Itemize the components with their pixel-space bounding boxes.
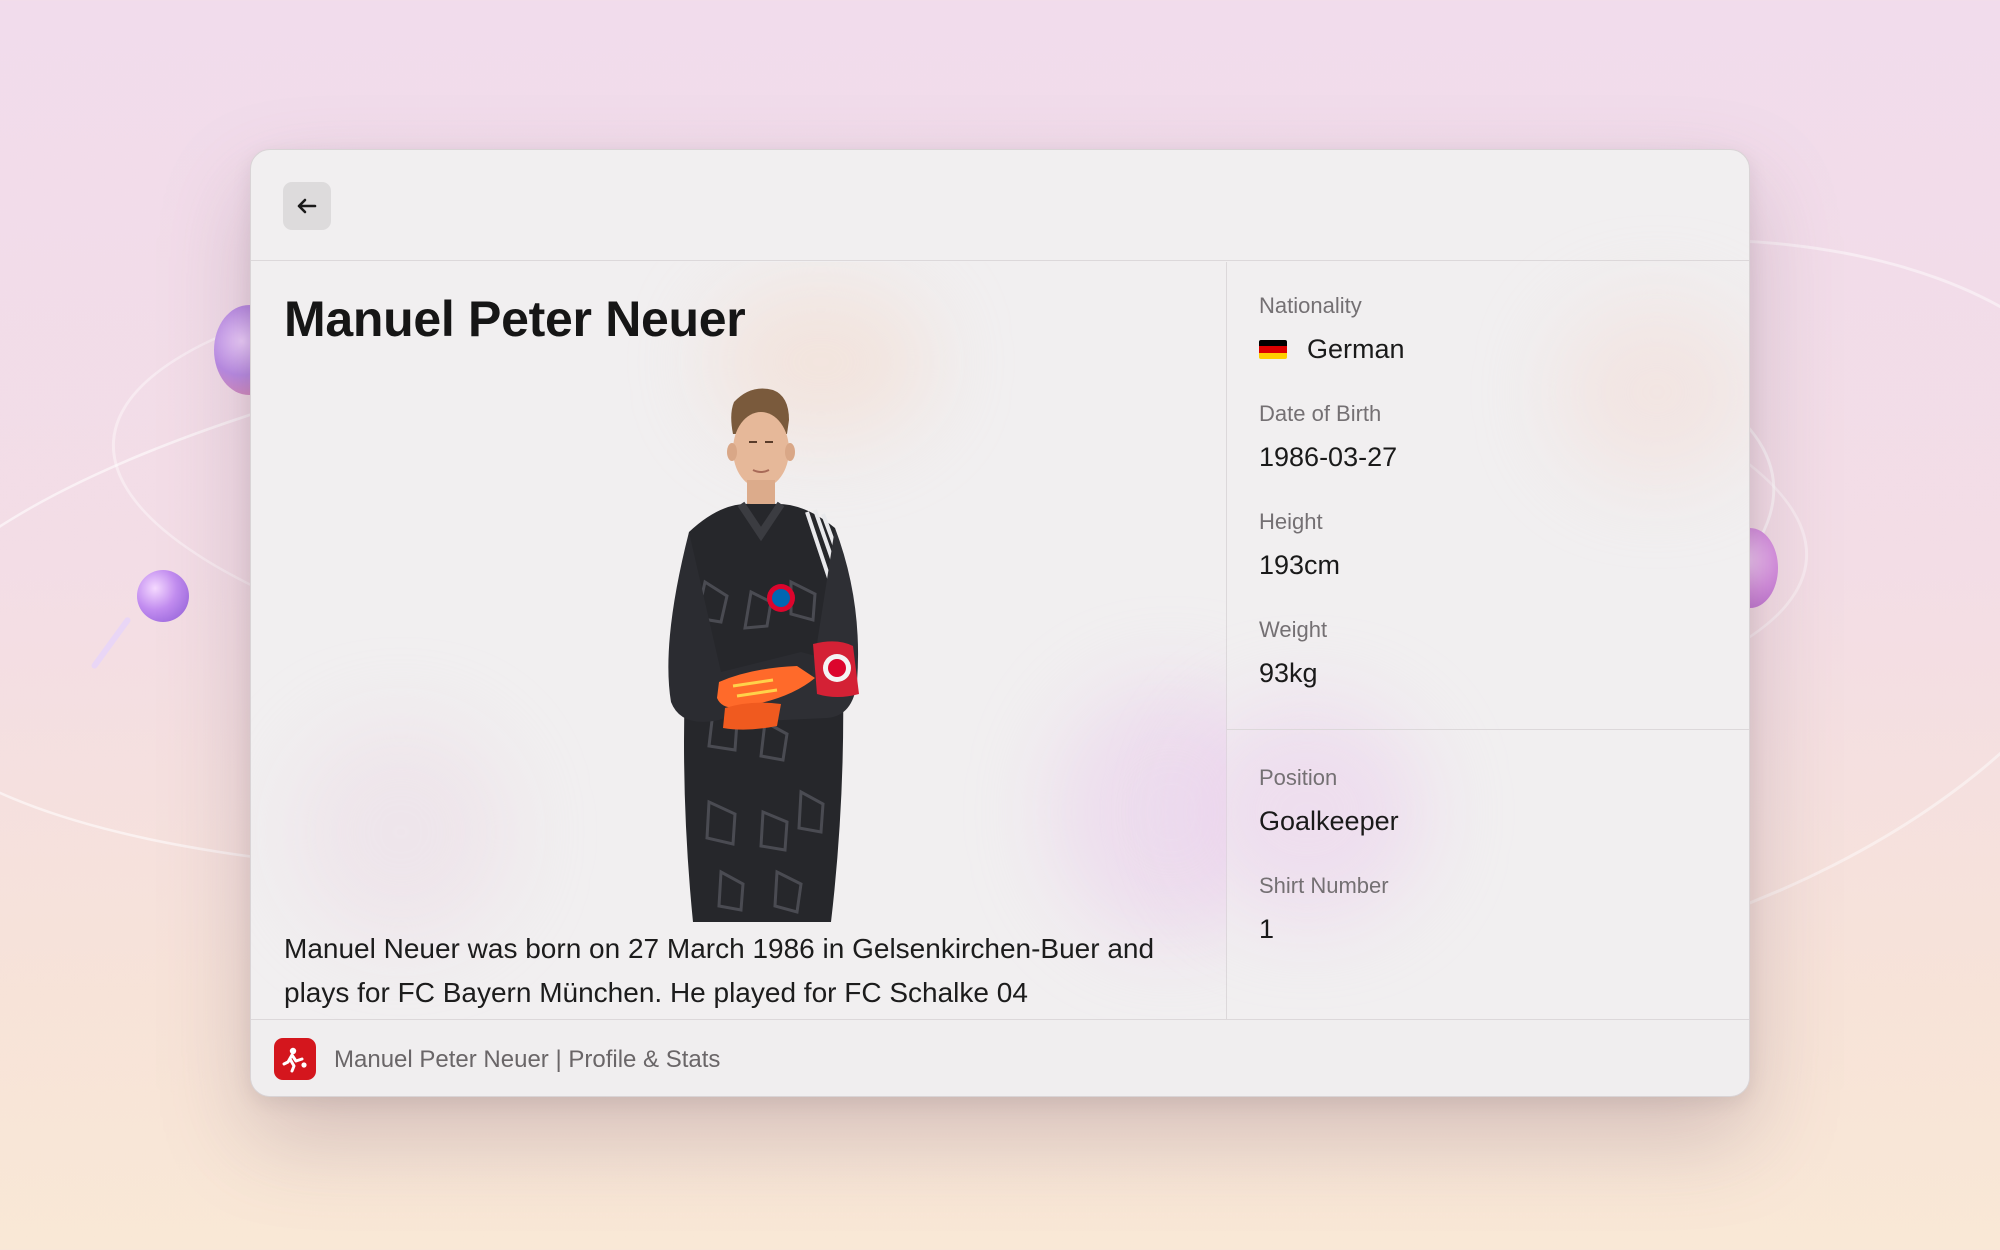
back-button[interactable] <box>283 182 331 230</box>
germany-flag-icon <box>1259 340 1287 359</box>
bundesliga-logo-icon <box>274 1038 316 1080</box>
nationality-value[interactable]: German <box>1259 334 1405 365</box>
height-value[interactable]: 193cm <box>1259 550 1340 581</box>
position-value[interactable]: Goalkeeper <box>1259 806 1399 837</box>
player-details-panel: Nationality German Date of Birth 1986-03… <box>1187 262 1749 1019</box>
player-name-heading: Manuel Peter Neuer <box>284 291 746 347</box>
player-portrait <box>668 388 859 922</box>
toolbar <box>251 150 1749 261</box>
dob-label: Date of Birth <box>1259 401 1382 426</box>
height-label: Height <box>1259 509 1323 534</box>
profile-window: Manuel Peter Neuer Manuel Neuer was born… <box>250 149 1750 1097</box>
player-bio: Manuel Neuer was born on 27 March 1986 i… <box>284 933 1155 1008</box>
arrow-left-icon <box>297 198 317 214</box>
position-label: Position <box>1259 765 1338 790</box>
weight-value[interactable]: 93kg <box>1259 658 1318 689</box>
dob-value[interactable]: 1986-03-27 <box>1259 442 1397 473</box>
footer-title: Manuel Peter Neuer | Profile & Stats <box>334 1046 721 1073</box>
profile-main-pane[interactable]: Manuel Peter Neuer Manuel Neuer was born… <box>251 262 1226 1019</box>
footer-bar: Manuel Peter Neuer | Profile & Stats <box>251 1019 1749 1096</box>
shirt-number-label: Shirt Number <box>1259 873 1389 898</box>
lollipop-decoration <box>137 570 189 622</box>
details-divider <box>1227 729 1749 730</box>
weight-label: Weight <box>1259 617 1328 642</box>
nationality-text: German <box>1307 334 1405 364</box>
nationality-label: Nationality <box>1259 293 1362 318</box>
shirt-number-value[interactable]: 1 <box>1259 914 1274 945</box>
